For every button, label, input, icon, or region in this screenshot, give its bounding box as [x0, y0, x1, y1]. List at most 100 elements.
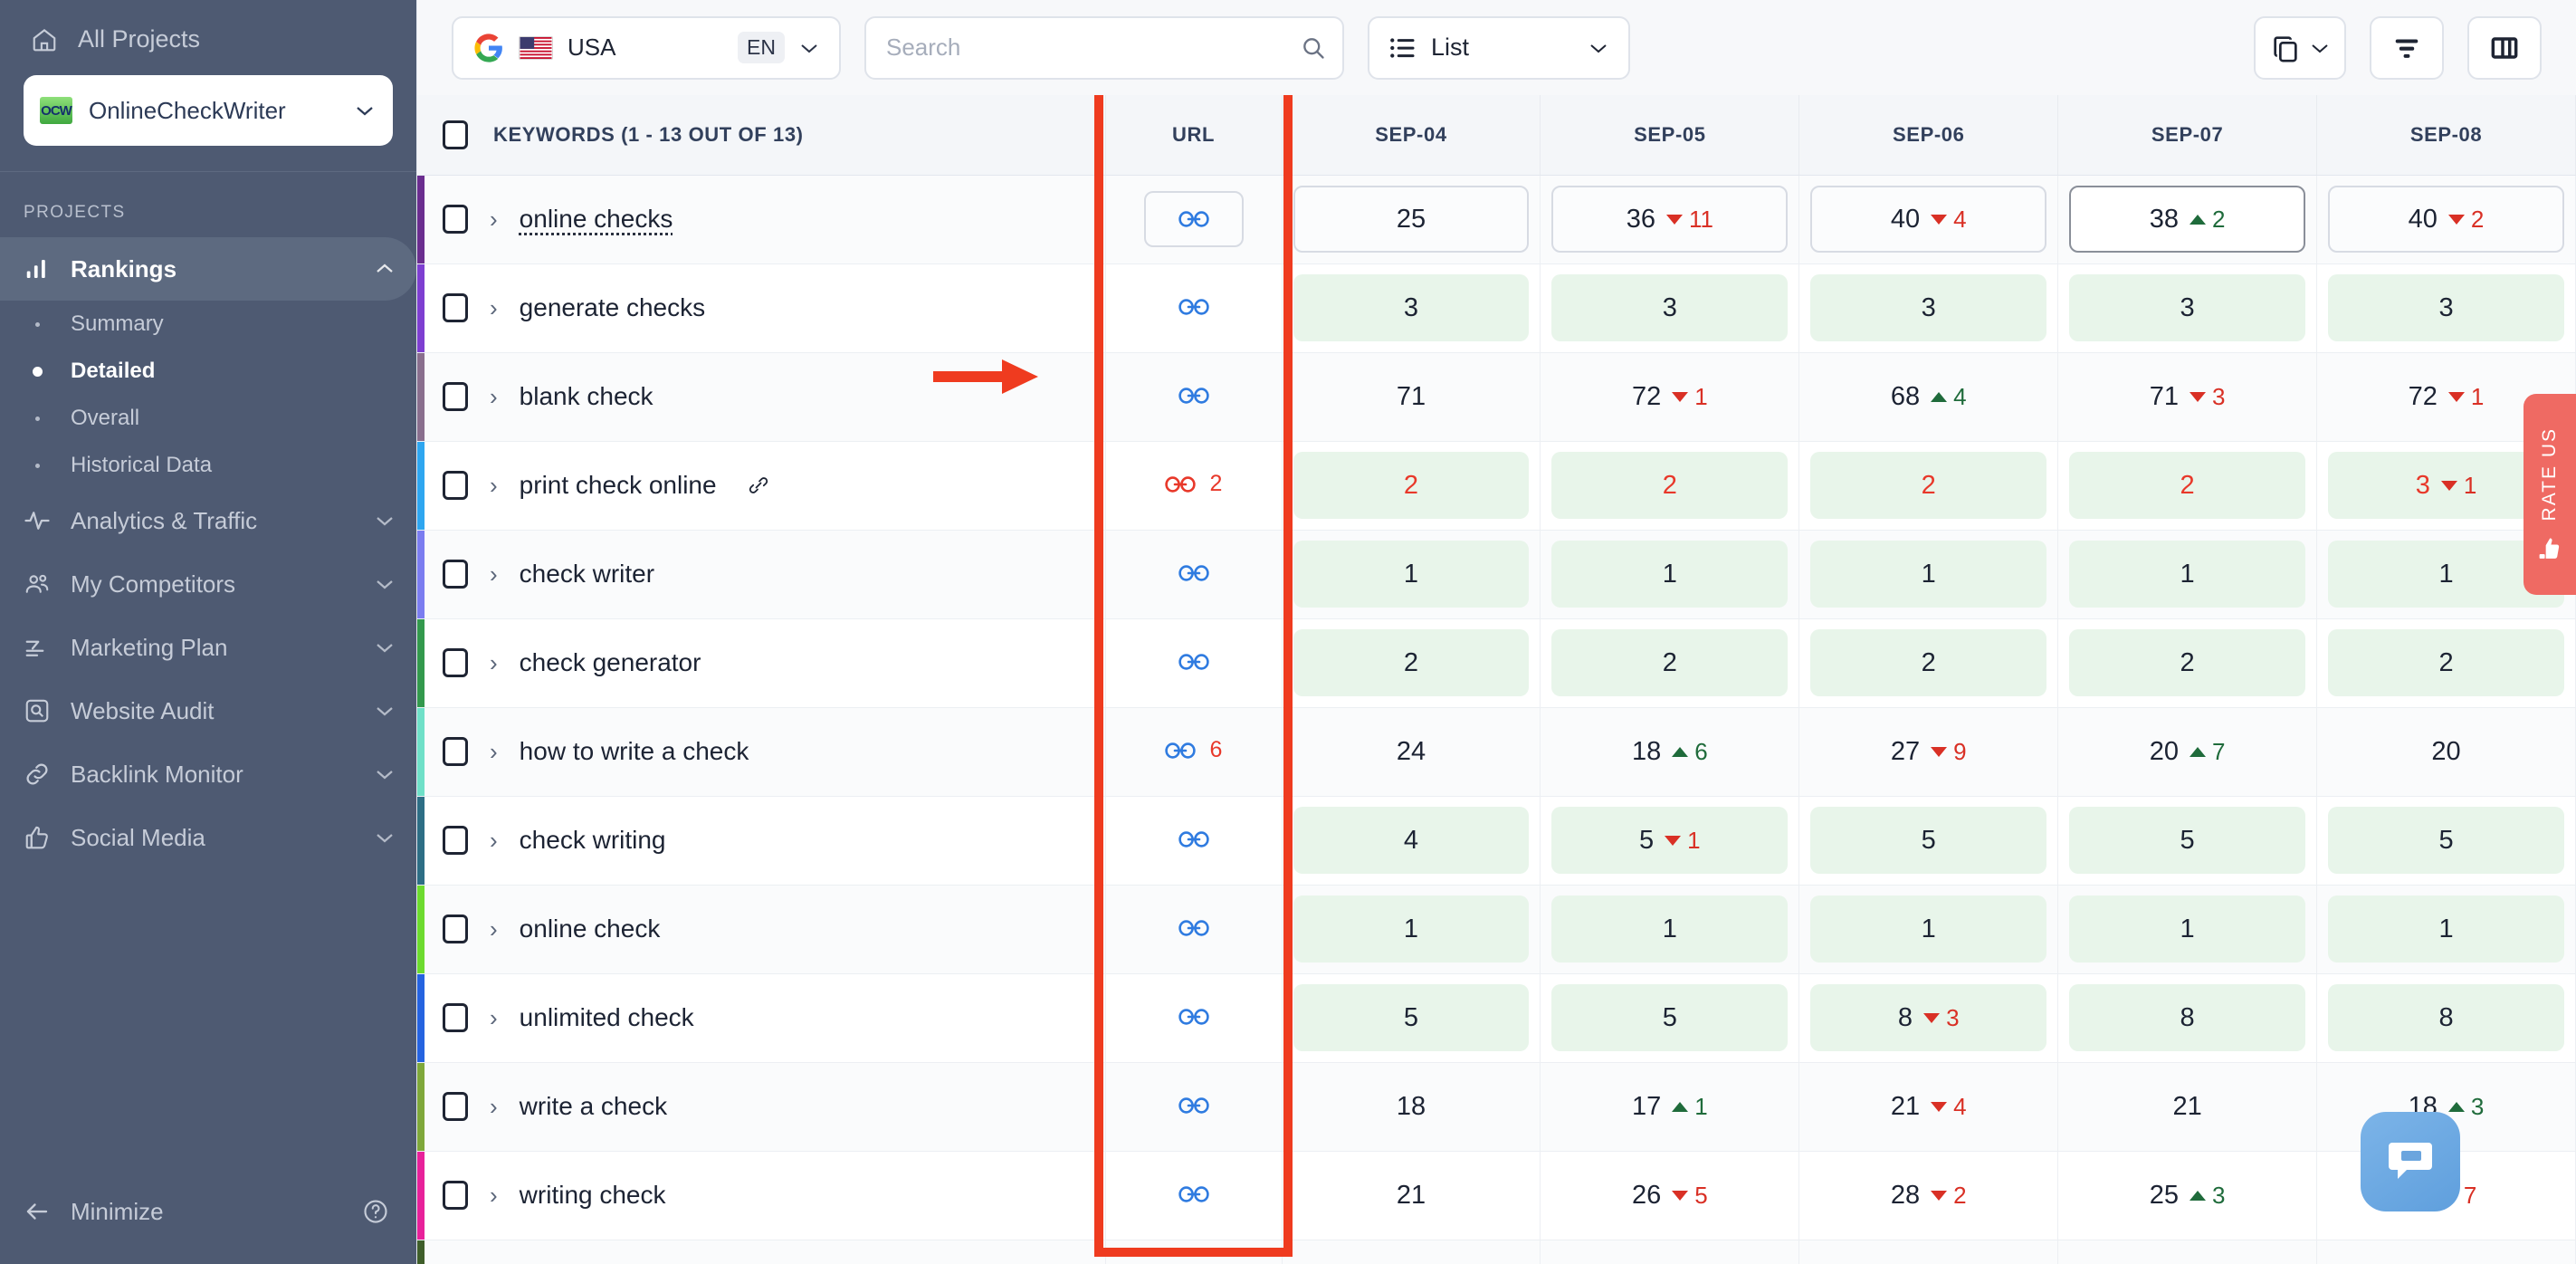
keyword-label[interactable]: check generator: [520, 648, 701, 677]
rank-cell[interactable]: 51: [1540, 796, 1800, 886]
rank-cell[interactable]: 21: [1282, 1151, 1541, 1240]
date-column-header-sep-04[interactable]: SEP-04: [1282, 95, 1541, 176]
rank-cell[interactable]: 25: [1282, 175, 1541, 264]
sidebar-item-website-audit[interactable]: Website Audit: [0, 679, 416, 742]
url-link-box[interactable]: [1143, 191, 1244, 247]
sidebar-subitem-detailed[interactable]: Detailed: [0, 348, 416, 395]
expand-row-icon[interactable]: ›: [490, 385, 498, 408]
table-row[interactable]: › online check 1 1 1 1 1: [417, 885, 2576, 974]
rank-cell[interactable]: 2: [2057, 618, 2318, 708]
rank-cell[interactable]: 3: [1540, 263, 1800, 353]
rank-cell[interactable]: 3: [2316, 263, 2576, 353]
keyword-label[interactable]: online check: [520, 914, 661, 943]
table-row[interactable]: › writing check 21 26 5 28 2 25 3 2 7: [417, 1151, 2576, 1240]
expand-row-icon[interactable]: ›: [490, 296, 498, 320]
date-column-header-sep-07[interactable]: SEP-07: [2057, 95, 2318, 176]
table-row[interactable]: › how to write a check 6 24 18 6 27 9 20 7 20: [417, 707, 2576, 797]
rank-cell[interactable]: 1: [1282, 530, 1541, 619]
rank-cell[interactable]: 68 4: [1798, 352, 2059, 442]
rank-cell[interactable]: 1: [2057, 885, 2318, 974]
expand-row-icon[interactable]: ›: [490, 828, 498, 852]
url-link[interactable]: [1178, 830, 1209, 848]
sidebar-item-backlink-monitor[interactable]: Backlink Monitor: [0, 742, 416, 806]
rate-us-tab[interactable]: RATE US: [2524, 394, 2576, 595]
url-link[interactable]: [1178, 1185, 1209, 1203]
url-cell[interactable]: [1105, 1151, 1283, 1240]
keyword-label[interactable]: blank check: [520, 382, 654, 411]
keyword-label[interactable]: how to write a check: [520, 737, 749, 766]
sidebar-item-social-media[interactable]: Social Media: [0, 806, 416, 869]
rank-cell[interactable]: 21: [2057, 1062, 2318, 1152]
expand-row-icon[interactable]: ›: [490, 917, 498, 941]
rank-cell[interactable]: 18 6: [1540, 707, 1800, 797]
expand-row-icon[interactable]: ›: [490, 651, 498, 675]
rank-cell[interactable]: 26 5: [1540, 1151, 1800, 1240]
url-column-header[interactable]: URL: [1105, 95, 1283, 176]
url-cell[interactable]: [1105, 1240, 1283, 1264]
select-all-checkbox[interactable]: [443, 120, 468, 149]
sidebar-item-marketing-plan[interactable]: Marketing Plan: [0, 616, 416, 679]
sidebar-subitem-summary[interactable]: Summary: [0, 301, 416, 348]
url-link[interactable]: [1178, 298, 1209, 316]
keyword-label[interactable]: print check online: [520, 471, 717, 500]
search-input[interactable]: [864, 15, 1344, 80]
rank-cell[interactable]: 83: [1798, 973, 2059, 1063]
expand-row-icon[interactable]: ›: [490, 562, 498, 586]
rank-cell[interactable]: 5: [2057, 796, 2318, 886]
all-projects-link[interactable]: All Projects: [24, 20, 393, 70]
rank-cell[interactable]: 352: [2316, 1240, 2576, 1264]
pin-link-icon[interactable]: [748, 474, 769, 496]
rank-cell[interactable]: 1: [2057, 530, 2318, 619]
expand-row-icon[interactable]: ›: [490, 1183, 498, 1207]
url-cell[interactable]: [1105, 885, 1283, 974]
table-row[interactable]: › print check online 2 2 2 2 2 3 1: [417, 441, 2576, 531]
url-link[interactable]: [1178, 564, 1209, 582]
rank-cell[interactable]: 5: [2316, 796, 2576, 886]
date-column-header-sep-05[interactable]: SEP-05: [1540, 95, 1800, 176]
copy-compare-button[interactable]: [2254, 15, 2346, 80]
table-row[interactable]: › blank check 71 72 1 68 4 71 3 72 1: [417, 352, 2576, 442]
rank-cell[interactable]: 5: [1282, 973, 1541, 1063]
keyword-label[interactable]: unlimited check: [520, 1003, 694, 1032]
sidebar-item-my-competitors[interactable]: My Competitors: [0, 552, 416, 616]
url-cell[interactable]: [1105, 618, 1283, 708]
row-checkbox[interactable]: [443, 1181, 468, 1210]
url-link[interactable]: [1178, 919, 1209, 937]
expand-row-icon[interactable]: ›: [490, 1095, 498, 1118]
rank-cell[interactable]: 27 9: [1798, 707, 2059, 797]
rank-cell[interactable]: 3: [1282, 263, 1541, 353]
rank-cell[interactable]: 40 4: [1798, 175, 2059, 264]
expand-row-icon[interactable]: ›: [490, 474, 498, 497]
expand-row-icon[interactable]: ›: [490, 1006, 498, 1029]
date-column-header-sep-06[interactable]: SEP-06: [1798, 95, 2059, 176]
chat-widget-button[interactable]: [2361, 1112, 2460, 1211]
url-link[interactable]: 2: [1164, 471, 1222, 497]
table-row[interactable]: ›online checks ordering 31 332 33 33 352: [417, 1240, 2576, 1264]
row-checkbox[interactable]: [443, 382, 468, 411]
rank-cell[interactable]: 3: [1798, 263, 2059, 353]
rank-cell[interactable]: 1: [2316, 885, 2576, 974]
rank-cell[interactable]: 2: [1540, 618, 1800, 708]
expand-row-icon[interactable]: ›: [490, 207, 498, 231]
view-mode-selector[interactable]: List: [1368, 15, 1630, 80]
table-row[interactable]: › check writer 1 1 1 1 1: [417, 530, 2576, 619]
rank-cell[interactable]: 71 3: [2057, 352, 2318, 442]
rank-cell[interactable]: 28 2: [1798, 1151, 2059, 1240]
expand-row-icon[interactable]: ›: [490, 740, 498, 763]
url-cell[interactable]: 6: [1105, 707, 1283, 797]
rank-cell[interactable]: 24: [1282, 707, 1541, 797]
rank-cell[interactable]: 33: [2057, 1240, 2318, 1264]
url-cell[interactable]: [1105, 352, 1283, 442]
rank-cell[interactable]: 1: [1798, 530, 2059, 619]
rank-cell[interactable]: 1: [1540, 530, 1800, 619]
filter-button[interactable]: [2370, 15, 2444, 80]
rank-cell[interactable]: 20: [2316, 707, 2576, 797]
rank-cell[interactable]: 33: [1798, 1240, 2059, 1264]
keyword-label[interactable]: writing check: [520, 1181, 666, 1210]
keyword-label[interactable]: check writing: [520, 826, 666, 855]
keyword-label[interactable]: generate checks: [520, 293, 705, 322]
rank-cell[interactable]: 5: [1540, 973, 1800, 1063]
rank-cell[interactable]: 2: [2316, 618, 2576, 708]
rank-cell[interactable]: 1: [1798, 885, 2059, 974]
sidebar-item-rankings[interactable]: Rankings: [0, 237, 416, 301]
